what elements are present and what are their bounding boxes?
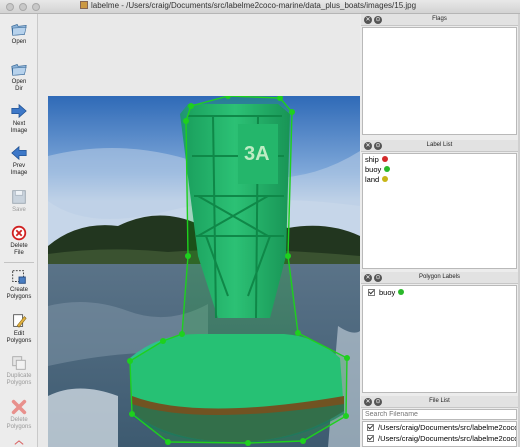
label-name: land <box>365 175 380 184</box>
arrow-right-icon <box>11 103 27 119</box>
image-canvas[interactable]: 3A <box>38 14 360 447</box>
flags-title: Flags <box>432 16 447 22</box>
edit-icon <box>13 314 27 328</box>
file-checkbox[interactable] <box>367 435 374 442</box>
file-path: /Users/craig/Documents/src/labelme2coco-… <box>378 423 516 432</box>
window-title: labelme - /Users/craig/Documents/src/lab… <box>80 1 416 10</box>
prev-image-button[interactable]: Prev Image <box>0 144 38 177</box>
duplicate-polygons-label: Duplicate Polygons <box>6 373 32 386</box>
flags-dock-title: ✕ ⊙ Flags <box>361 14 518 26</box>
polygon-visible-checkbox[interactable] <box>368 289 375 296</box>
delete-polygons-button[interactable]: Delete Polygons <box>0 398 38 431</box>
next-image-button[interactable]: Next Image <box>0 102 38 135</box>
file-path: /Users/craig/Documents/src/labelme2coco-… <box>378 434 516 443</box>
label-list[interactable]: ship buoy land <box>362 153 517 269</box>
minimize-window-button[interactable] <box>19 3 27 11</box>
more-tools-indicator[interactable] <box>0 440 38 446</box>
polygon-labels-title: Polygon Labels <box>418 274 461 280</box>
file-list-item[interactable]: /Users/craig/Documents/src/labelme2coco-… <box>367 434 516 443</box>
label-list-dock: ✕ ⊙ Label List ship buoy land <box>361 140 518 270</box>
open-dir-label: Open Dir <box>11 79 27 92</box>
delete-circle-icon <box>11 225 27 241</box>
label-color-dot <box>398 289 405 295</box>
save-label: Save <box>12 207 26 213</box>
label-list-dock-title: ✕ ⊙ Label List <box>361 140 518 152</box>
app-icon <box>80 1 88 9</box>
label-color-dot <box>382 176 389 182</box>
create-polygons-label: Create Polygons <box>6 287 32 300</box>
file-list[interactable]: /Users/craig/Documents/src/labelme2coco-… <box>362 421 517 447</box>
label-name: buoy <box>365 165 382 174</box>
label-color-dot <box>381 156 388 162</box>
label-list-title: Label List <box>426 142 453 148</box>
buoy-photo: 3A <box>48 96 360 447</box>
file-list-item[interactable]: /Users/craig/Documents/src/labelme2coco-… <box>367 423 516 432</box>
file-list-dock: ✕ ⊙ File List /Users/craig/Documents/src… <box>361 396 518 447</box>
delete-polygons-label: Delete Polygons <box>6 417 32 430</box>
polygon-labels-list[interactable]: buoy <box>362 285 517 393</box>
delete-file-button[interactable]: Delete File <box>0 224 38 257</box>
folder-icon <box>11 64 27 76</box>
flags-list[interactable] <box>362 27 517 135</box>
edit-polygons-label: Edit Polygons <box>6 331 32 344</box>
close-window-button[interactable] <box>6 3 14 11</box>
edit-polygons-button[interactable]: Edit Polygons <box>0 312 38 345</box>
label-item[interactable]: buoy <box>365 165 391 174</box>
save-icon <box>12 190 26 204</box>
annotated-image[interactable]: 3A <box>48 96 360 447</box>
create-polygons-button[interactable]: Create Polygons <box>0 268 38 301</box>
folder-icon <box>11 24 27 36</box>
duplicate-icon <box>12 356 26 370</box>
open-button[interactable]: Open <box>0 20 38 46</box>
labelme-window: labelme - /Users/craig/Documents/src/lab… <box>0 0 520 447</box>
duplicate-polygons-button[interactable]: Duplicate Polygons <box>0 354 38 387</box>
file-list-title: File List <box>429 398 450 404</box>
polygon-label-item[interactable]: buoy <box>368 288 405 297</box>
file-list-dock-title: ✕ ⊙ File List <box>361 396 518 408</box>
polygon-labels-dock: ✕ ⊙ Polygon Labels buoy <box>361 272 518 394</box>
delete-x-icon <box>11 399 27 415</box>
search-filename-input[interactable] <box>362 409 517 420</box>
next-image-label: Next Image <box>10 121 28 134</box>
open-label: Open <box>11 39 27 45</box>
zoom-window-button[interactable] <box>32 3 40 11</box>
open-dir-button[interactable]: Open Dir <box>0 60 38 93</box>
toolbar-separator <box>4 262 34 263</box>
label-item[interactable]: land <box>365 175 389 184</box>
window-title-text: labelme - /Users/craig/Documents/src/lab… <box>91 1 417 10</box>
title-bar: labelme - /Users/craig/Documents/src/lab… <box>0 0 520 14</box>
label-name: ship <box>365 155 379 164</box>
flags-dock: ✕ ⊙ Flags <box>361 14 518 138</box>
arrow-left-icon <box>11 145 27 161</box>
label-color-dot <box>384 166 391 172</box>
label-item[interactable]: ship <box>365 155 388 164</box>
delete-file-label: Delete File <box>10 243 28 256</box>
file-checkbox[interactable] <box>367 424 374 431</box>
prev-image-label: Prev Image <box>10 163 28 176</box>
save-button[interactable]: Save <box>0 188 38 214</box>
create-polygon-icon <box>12 270 26 284</box>
more-icon <box>14 440 24 445</box>
polygon-labels-dock-title: ✕ ⊙ Polygon Labels <box>361 272 518 284</box>
polygon-label-name: buoy <box>379 288 396 297</box>
left-toolbar: Open Open Dir Next Image Prev Image Save… <box>0 14 38 447</box>
